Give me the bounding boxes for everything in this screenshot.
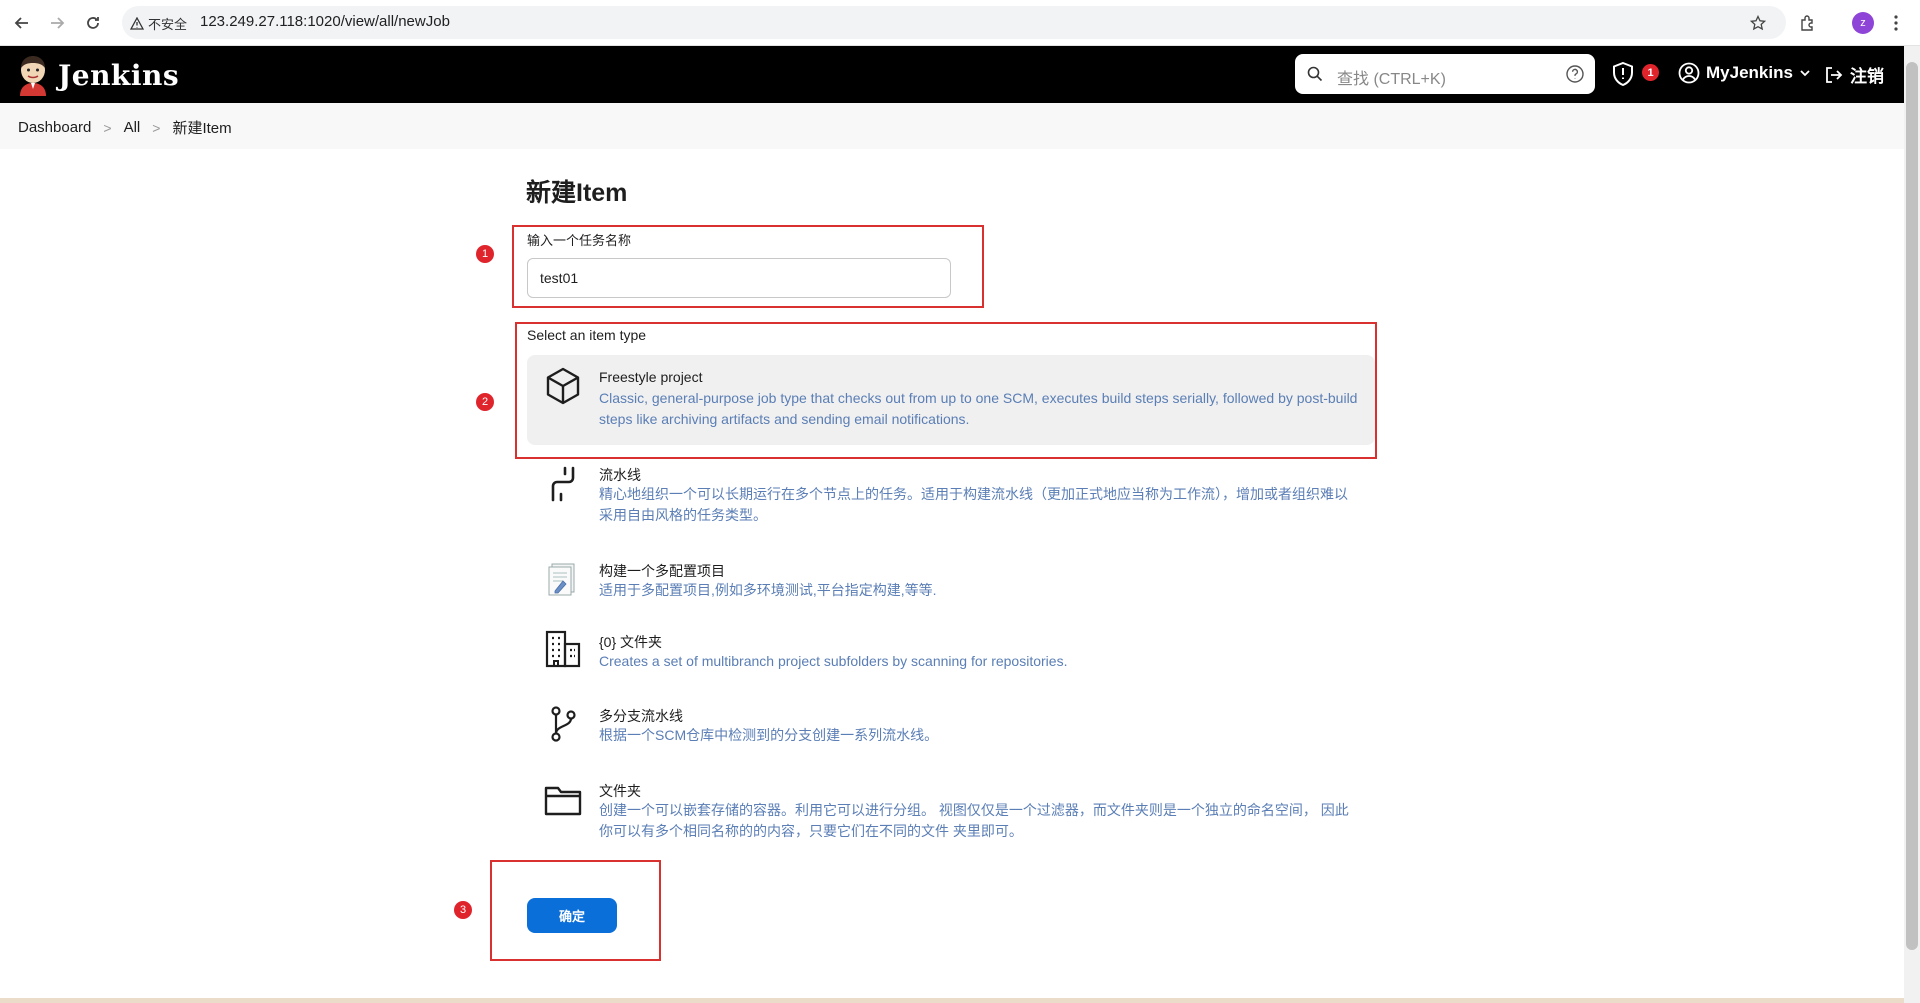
- jenkins-butler-icon: [20, 56, 46, 96]
- user-menu[interactable]: MyJenkins: [1678, 62, 1811, 84]
- item-title: 构建一个多配置项目: [599, 563, 725, 579]
- item-type-freestyle[interactable]: Freestyle project Classic, general-purpo…: [527, 355, 1375, 445]
- item-description: 创建一个可以嵌套存储的容器。利用它可以进行分组。 视图仅仅是一个过滤器，而文件夹…: [599, 802, 1349, 839]
- bottom-strip: [0, 998, 1904, 1003]
- logout-button[interactable]: 注销: [1824, 62, 1884, 87]
- item-type-organization-folder[interactable]: {0} 文件夹 Creates a set of multibranch pro…: [527, 627, 1375, 677]
- breadcrumb-all[interactable]: All: [124, 119, 141, 136]
- security-warning[interactable]: 不安全: [130, 14, 187, 33]
- multibranch-icon: [551, 706, 576, 742]
- user-name: MyJenkins: [1706, 63, 1793, 82]
- jenkins-header: Jenkins 查找 (CTRL+K) 1 MyJenkins 注销: [0, 46, 1904, 103]
- item-description: 根据一个SCM仓库中检测到的分支创建一系列流水线。: [599, 727, 939, 743]
- search-icon: [1307, 66, 1323, 82]
- ok-button[interactable]: 确定: [527, 898, 617, 933]
- item-type-pipeline[interactable]: 流水线 精心地组织一个可以长期运行在多个节点上的任务。适用于构建流水线（更加正式…: [527, 460, 1375, 530]
- item-title: 流水线: [599, 467, 641, 483]
- jenkins-logo-text: Jenkins: [58, 58, 180, 92]
- item-title: 文件夹: [599, 783, 641, 799]
- item-description: Classic, general-purpose job type that c…: [599, 390, 1358, 427]
- item-description: 精心地组织一个可以长期运行在多个节点上的任务。适用于构建流水线（更加正式地应当称…: [599, 486, 1348, 523]
- logout-icon: [1826, 66, 1843, 83]
- annotation-number-2: 2: [476, 393, 494, 411]
- reload-icon[interactable]: [81, 11, 105, 35]
- breadcrumb-separator: >: [103, 119, 112, 136]
- jenkins-logo[interactable]: Jenkins: [16, 54, 179, 96]
- breadcrumb-dashboard[interactable]: Dashboard: [18, 119, 91, 136]
- breadcrumb-bar: Dashboard > All > 新建Item: [0, 103, 1904, 149]
- organization-folder-icon: [545, 630, 581, 668]
- item-name-label: 输入一个任务名称: [527, 233, 632, 248]
- breadcrumb-new-item[interactable]: 新建Item: [172, 117, 231, 138]
- search-placeholder[interactable]: 查找 (CTRL+K): [1337, 65, 1446, 89]
- annotation-number-3: 3: [454, 901, 472, 919]
- annotation-number-1: 1: [476, 245, 494, 263]
- multi-config-icon: [548, 563, 575, 596]
- logout-label: 注销: [1850, 67, 1884, 86]
- security-shield-icon[interactable]: [1612, 62, 1634, 86]
- pipeline-icon: [551, 466, 575, 502]
- search-box[interactable]: 查找 (CTRL+K): [1295, 54, 1595, 94]
- item-name-input[interactable]: [527, 258, 951, 298]
- security-warning-text: 不安全: [148, 17, 188, 32]
- item-description: Creates a set of multibranch project sub…: [599, 653, 1068, 669]
- back-arrow-icon[interactable]: [10, 11, 34, 35]
- bookmark-star-icon[interactable]: [1746, 11, 1770, 35]
- item-description: 适用于多配置项目,例如多环境测试,平台指定构建,等等.: [599, 582, 937, 598]
- item-type-multibranch[interactable]: 多分支流水线 根据一个SCM仓库中检测到的分支创建一系列流水线。: [527, 702, 1375, 752]
- folder-icon: [544, 786, 582, 816]
- item-type-multi-config[interactable]: 构建一个多配置项目 适用于多配置项目,例如多环境测试,平台指定构建,等等.: [527, 557, 1375, 607]
- breadcrumb: Dashboard > All > 新建Item: [18, 117, 232, 138]
- help-icon[interactable]: [1565, 64, 1585, 84]
- item-title: 多分支流水线: [599, 708, 683, 724]
- warning-triangle-icon: [130, 17, 144, 30]
- user-avatar-icon: [1678, 62, 1700, 84]
- browser-toolbar: 不安全 123.249.27.118:1020/view/all/newJob …: [0, 0, 1920, 46]
- item-title: Freestyle project: [599, 369, 703, 385]
- chevron-down-icon: [1800, 70, 1810, 77]
- scrollbar-thumb[interactable]: [1906, 62, 1918, 950]
- browser-menu-icon[interactable]: [1884, 11, 1908, 35]
- item-type-folder[interactable]: 文件夹 创建一个可以嵌套存储的容器。利用它可以进行分组。 视图仅仅是一个过滤器，…: [527, 777, 1375, 847]
- page-title: 新建Item: [526, 179, 628, 207]
- extensions-icon[interactable]: [1796, 11, 1820, 35]
- item-title: {0} 文件夹: [599, 634, 663, 650]
- forward-arrow-icon[interactable]: [45, 11, 69, 35]
- profile-avatar[interactable]: z: [1852, 12, 1874, 34]
- security-badge[interactable]: 1: [1642, 64, 1659, 81]
- freestyle-cube-icon: [546, 367, 580, 405]
- url-text[interactable]: 123.249.27.118:1020/view/all/newJob: [200, 13, 450, 30]
- breadcrumb-separator: >: [152, 119, 161, 136]
